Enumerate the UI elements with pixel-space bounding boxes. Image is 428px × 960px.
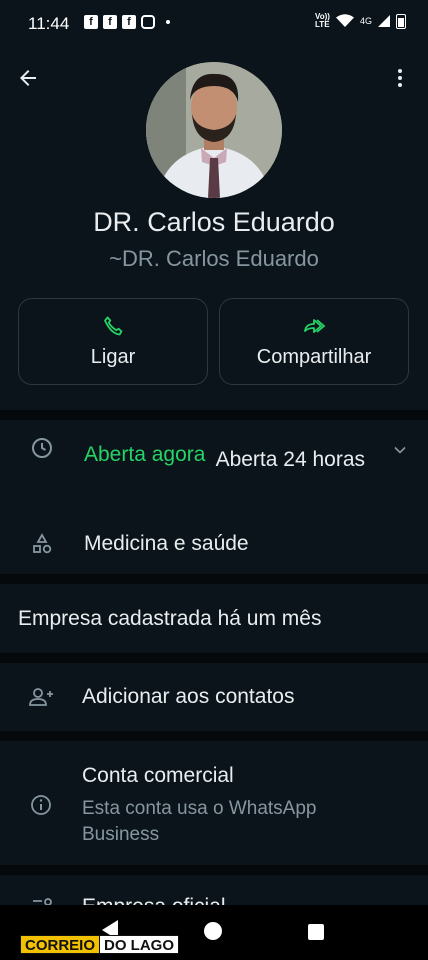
status-time: 11:44 [28,14,70,33]
section-divider [0,410,428,420]
open-status: Aberta agora [84,443,206,466]
profile-photo[interactable] [146,62,282,198]
info-icon [31,795,51,815]
chevron-down-icon[interactable] [390,440,410,460]
watermark-logo: CORREIO DO LAGO [20,935,180,954]
business-category: Medicina e saúde [84,532,249,555]
section-divider [0,653,428,663]
call-label: Ligar [90,346,136,368]
network-label: 4G [359,16,372,26]
instagram-icon [141,15,155,29]
system-icons: Vo)) LTE 4G [315,13,406,29]
volte-indicator: Vo)) LTE [315,12,330,29]
more-options-icon[interactable] [388,66,412,90]
business-account-title: Conta comercial [82,764,234,787]
business-account-subtitle: Esta conta usa o WhatsApp Business [82,798,317,845]
share-label: Compartilhar [256,346,372,368]
clock-icon [32,438,52,458]
facebook-icon: f [103,15,117,29]
signal-icon [378,15,390,27]
status-bar: 11:44 f f f Vo)) LTE 4G [0,0,428,46]
registration-info: Empresa cadastrada há um mês [18,607,322,630]
nav-home-icon[interactable] [204,922,222,940]
share-icon [304,319,326,333]
contact-name: DR. Carlos Eduardo [93,207,335,237]
opening-hours: Aberta 24 horas [215,448,365,471]
business-account-row[interactable]: Conta comercial Esta conta usa o WhatsAp… [0,741,428,865]
battery-icon [396,13,406,29]
list-icon [33,898,52,905]
back-arrow-icon[interactable] [16,66,40,90]
official-business-label: Empresa oficial [82,895,226,905]
push-name: ~DR. Carlos Eduardo [109,246,319,271]
section-divider [0,865,428,875]
official-business-row[interactable]: Empresa oficial [0,875,428,905]
section-divider [0,574,428,584]
add-person-icon [29,688,53,706]
add-contact-label: Adicionar aos contatos [82,685,295,708]
facebook-icon: f [84,15,98,29]
nav-recents-icon[interactable] [308,924,324,940]
facebook-icon: f [122,15,136,29]
wifi-icon [335,14,354,27]
add-contact-row[interactable]: Adicionar aos contatos [0,663,428,731]
call-button[interactable]: Ligar [18,298,208,385]
phone-icon [104,316,123,336]
notification-icons: f f f [84,15,170,29]
more-notifications-dot [166,20,170,24]
section-divider [0,731,428,741]
category-icon [33,533,52,554]
share-button[interactable]: Compartilhar [219,298,409,385]
